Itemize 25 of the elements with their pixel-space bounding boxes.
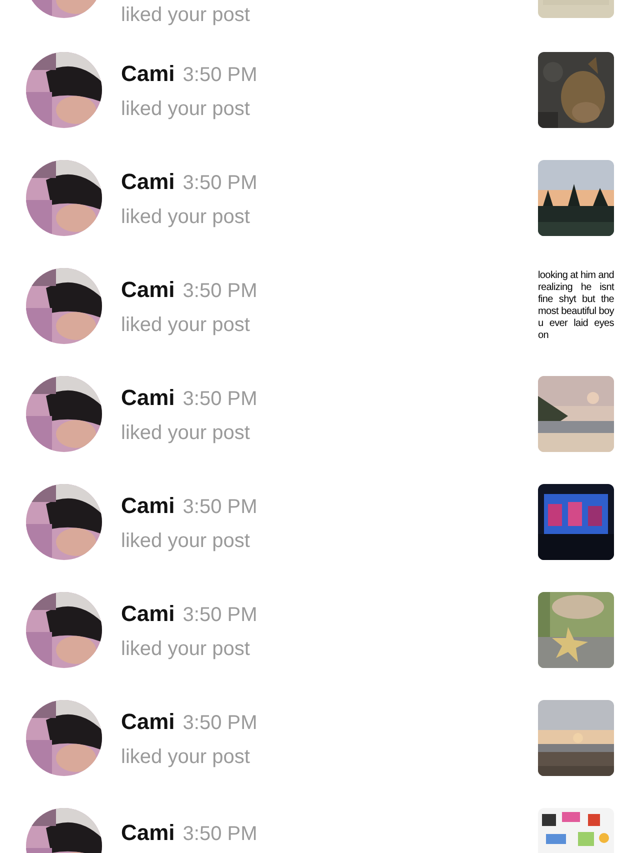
- user-name[interactable]: Cami: [121, 272, 175, 306]
- notification-text: liked your post: [121, 96, 251, 122]
- timestamp: 3:50 PM: [182, 386, 258, 412]
- timestamp: 3:50 PM: [182, 602, 258, 628]
- timestamp: 3:50 PM: [182, 170, 258, 196]
- notification-text: liked your post: [121, 3, 251, 28]
- notification-text: liked your post: [121, 744, 251, 770]
- notification-text: liked your post: [121, 420, 251, 446]
- user-name[interactable]: Cami: [121, 704, 175, 738]
- post-caption[interactable]: looking at him and realizing he isnt fine shyt but the most beautiful boy u ever laid eyes on: [538, 270, 614, 342]
- notification-text: liked your post: [121, 204, 251, 230]
- notification-text: liked your post: [121, 636, 251, 662]
- notification-text: liked your post: [121, 528, 251, 554]
- user-name[interactable]: Cami: [121, 164, 175, 198]
- notification-text: liked your post: [121, 312, 251, 338]
- timestamp: 3:50 PM: [182, 278, 258, 304]
- user-name[interactable]: Cami: [121, 380, 175, 414]
- user-name[interactable]: Cami: [121, 488, 175, 522]
- timestamp: 3:50 PM: [182, 710, 258, 736]
- timestamp: 3:50 PM: [182, 494, 258, 520]
- user-name[interactable]: Cami: [121, 816, 175, 849]
- timestamp: 3:50 PM: [182, 62, 258, 88]
- user-name[interactable]: Cami: [121, 596, 175, 630]
- user-name[interactable]: Cami: [121, 56, 175, 90]
- timestamp: 3:50 PM: [182, 822, 258, 847]
